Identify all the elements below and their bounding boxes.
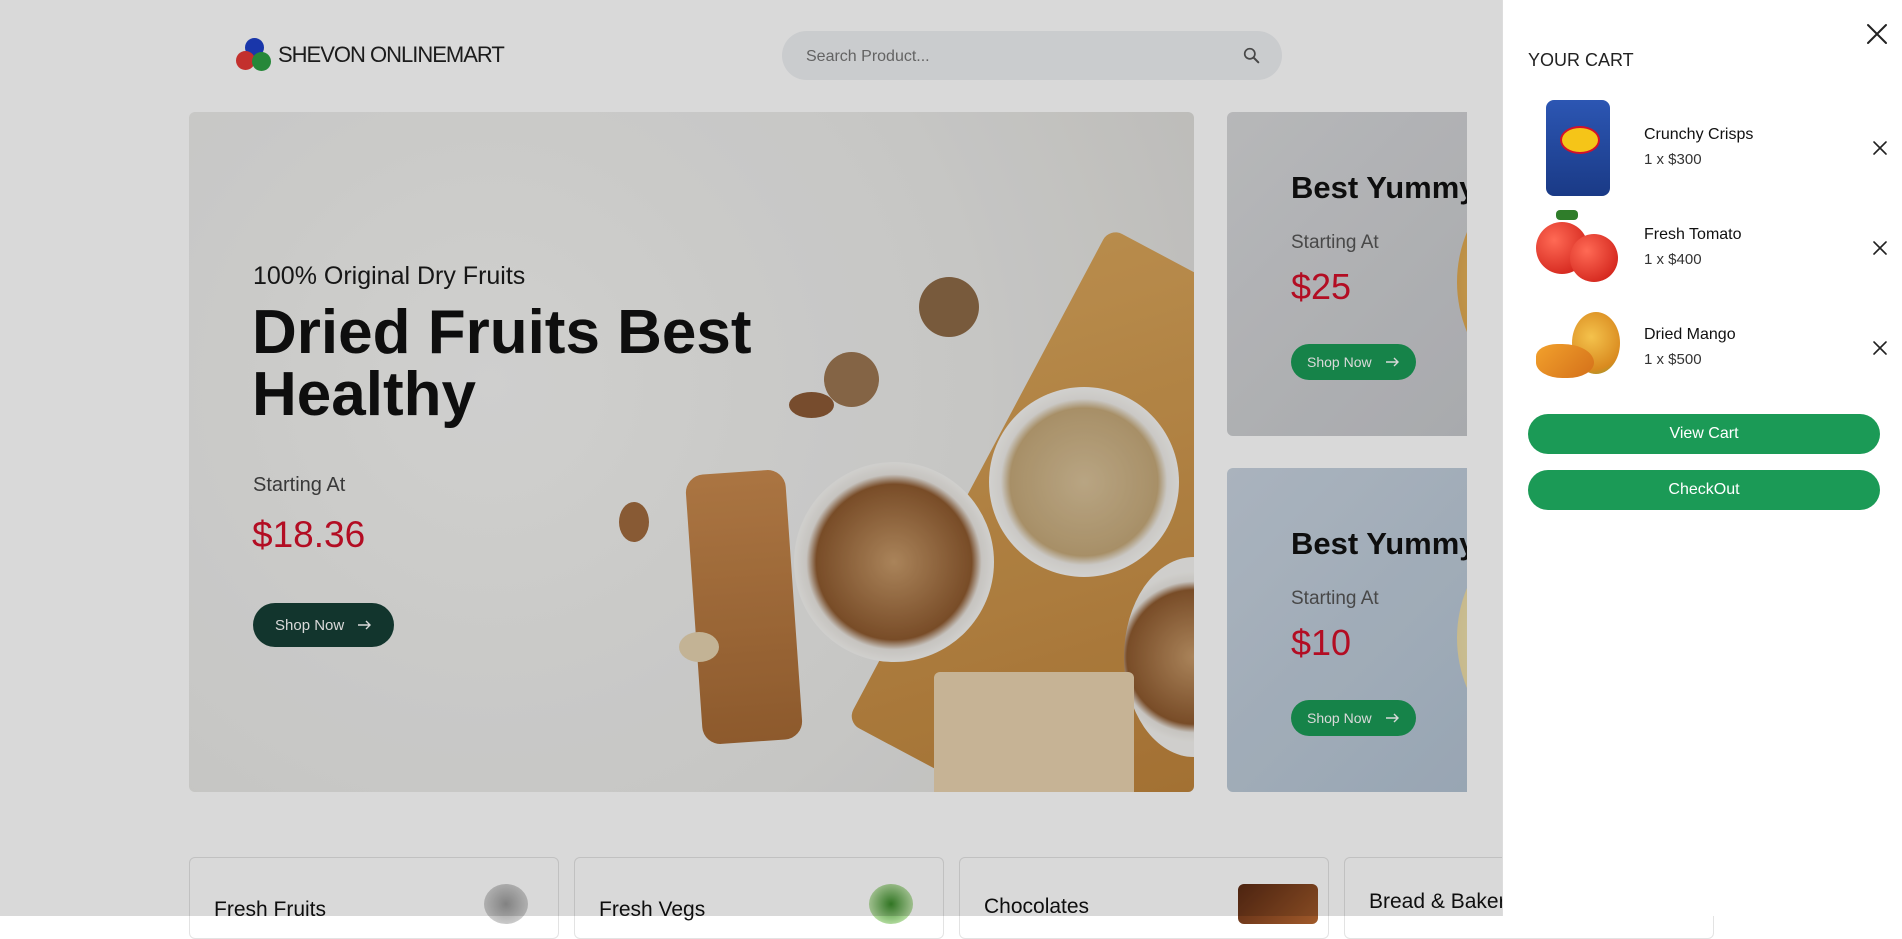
cart-item-name: Dried Mango — [1644, 326, 1736, 343]
page-overlay[interactable] — [0, 0, 1502, 916]
chips-bag-image — [1546, 100, 1610, 196]
cart-drawer: YOUR CART Crunchy Crisps 1 x $300 Fresh … — [1502, 0, 1902, 916]
mango-image — [1530, 308, 1626, 388]
remove-item-icon[interactable] — [1872, 140, 1888, 156]
tomato-image — [1530, 204, 1626, 292]
cart-item-qty: 1 x $400 — [1644, 251, 1702, 268]
cart-item: Dried Mango 1 x $500 — [1528, 300, 1888, 396]
cart-item-image — [1528, 100, 1628, 196]
cart-item-image — [1528, 200, 1628, 296]
checkout-button[interactable]: CheckOut — [1528, 470, 1880, 510]
cart-item-name: Fresh Tomato — [1644, 226, 1742, 243]
cart-item: Fresh Tomato 1 x $400 — [1528, 200, 1888, 296]
cart-item-qty: 1 x $500 — [1644, 351, 1702, 368]
remove-item-icon[interactable] — [1872, 240, 1888, 256]
cart-item: Crunchy Crisps 1 x $300 — [1528, 100, 1888, 196]
cart-item-qty: 1 x $300 — [1644, 151, 1702, 168]
cart-item-image — [1528, 300, 1628, 396]
close-icon[interactable] — [1865, 22, 1889, 46]
lays-logo-image — [1560, 126, 1600, 154]
cart-item-name: Crunchy Crisps — [1644, 126, 1754, 143]
view-cart-button[interactable]: View Cart — [1528, 414, 1880, 454]
cart-title: YOUR CART — [1528, 50, 1634, 70]
remove-item-icon[interactable] — [1872, 340, 1888, 356]
